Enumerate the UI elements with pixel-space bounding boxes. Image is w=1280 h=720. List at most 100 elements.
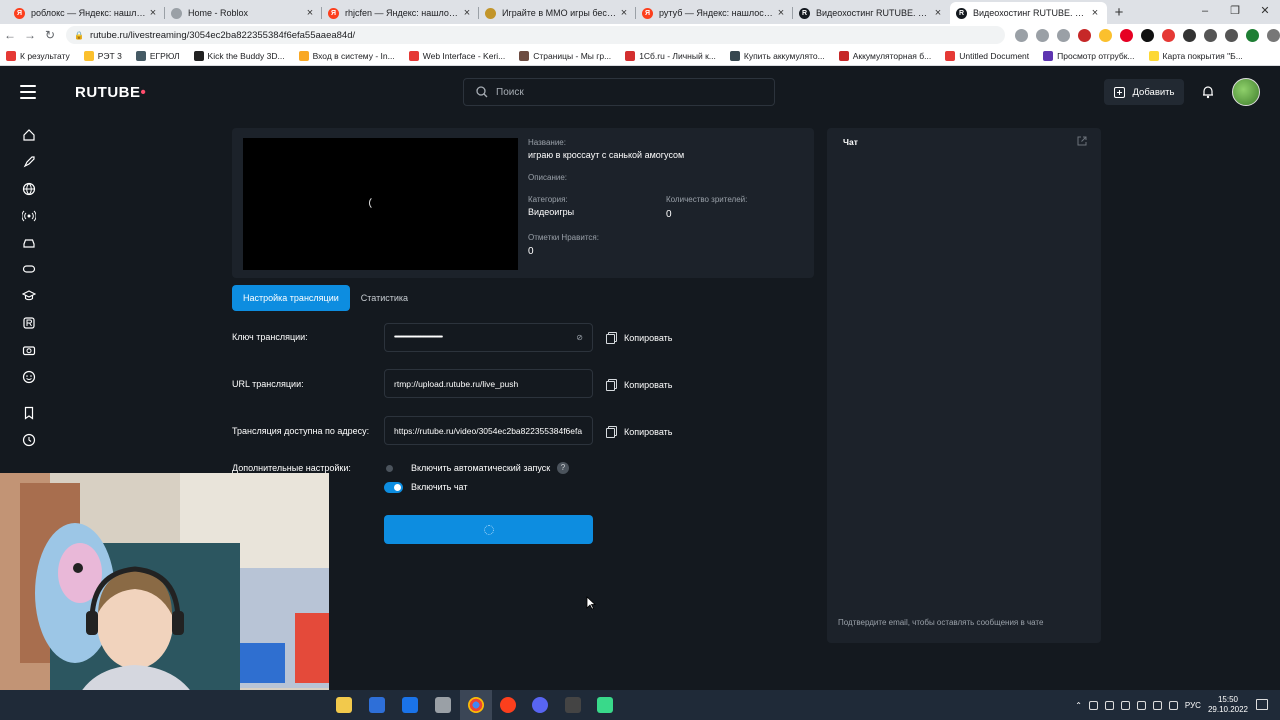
- bookmark-item[interactable]: Kick the Buddy 3D...: [193, 50, 285, 61]
- stream-url-field[interactable]: rtmp://upload.rutube.ru/live_push: [384, 369, 593, 398]
- tray-app-icon[interactable]: [1088, 700, 1098, 710]
- close-window-icon[interactable]: ✕: [1250, 0, 1280, 24]
- browser-tab[interactable]: Играйте в ММО игры бесплат ×: [479, 2, 636, 24]
- reload-icon[interactable]: ↻: [40, 28, 60, 42]
- bookmark-icon[interactable]: [0, 400, 58, 427]
- tray-app-icon[interactable]: [1136, 700, 1146, 710]
- new-tab-button[interactable]: +: [1107, 2, 1131, 24]
- browser-tab[interactable]: R Видеохостинг RUTUBE. Смотр ×: [793, 2, 950, 24]
- extension-icon[interactable]: [1099, 28, 1112, 42]
- app-icon[interactable]: [435, 697, 451, 713]
- save-button[interactable]: [384, 515, 593, 544]
- extension-icon[interactable]: [1078, 28, 1091, 42]
- extension-icon[interactable]: [1162, 28, 1175, 42]
- bookmark-item[interactable]: 1Сб.ru - Личный к...: [625, 50, 716, 61]
- bookmark-item[interactable]: Карта покрытия "Б...: [1148, 50, 1243, 61]
- volume-icon[interactable]: [1152, 700, 1162, 710]
- extension-icon[interactable]: [1183, 28, 1196, 42]
- gamepad-icon[interactable]: [0, 256, 58, 283]
- chat-toggle[interactable]: [384, 482, 403, 493]
- autostart-toggle[interactable]: [384, 463, 403, 474]
- maximize-icon[interactable]: ❐: [1220, 0, 1250, 24]
- browser-tab[interactable]: R Видеохостинг RUTUBE. Смотр ×: [950, 2, 1107, 24]
- tray-app-icon[interactable]: [1120, 700, 1130, 710]
- tray-app-icon[interactable]: [1104, 700, 1114, 710]
- close-tab-icon[interactable]: ×: [461, 7, 473, 19]
- menu-icon[interactable]: [20, 85, 36, 99]
- education-icon[interactable]: [0, 283, 58, 310]
- chrome-icon[interactable]: [468, 697, 484, 713]
- share-icon[interactable]: [1036, 28, 1049, 42]
- url-field[interactable]: 🔒 rutube.ru/livestreaming/3054ec2ba82235…: [66, 26, 1005, 44]
- close-tab-icon[interactable]: ×: [932, 7, 944, 19]
- copy-address-button[interactable]: Копировать: [606, 426, 672, 438]
- download-icon[interactable]: [1015, 28, 1028, 42]
- forward-icon[interactable]: →: [20, 28, 40, 42]
- avatar[interactable]: [1232, 78, 1260, 106]
- back-icon[interactable]: ←: [0, 28, 20, 42]
- minimize-icon[interactable]: –: [1190, 0, 1220, 24]
- tray-arrow-icon[interactable]: ⌃: [1075, 701, 1082, 710]
- app-icon[interactable]: [565, 697, 581, 713]
- rocket-icon[interactable]: [0, 149, 58, 176]
- mail-icon[interactable]: [402, 697, 418, 713]
- tab-stream-settings[interactable]: Настройка трансляции: [232, 285, 350, 311]
- browser-tab[interactable]: Яроблокс — Яндекс: нашлось 7 ×: [8, 2, 165, 24]
- globe-icon[interactable]: [0, 176, 58, 203]
- live-icon[interactable]: [0, 202, 58, 229]
- copy-url-button[interactable]: Копировать: [606, 379, 672, 391]
- browser-tab[interactable]: Home - Roblox ×: [165, 2, 322, 24]
- bookmark-item[interactable]: К результату: [6, 50, 70, 61]
- bookmark-item[interactable]: РЭТ 3: [83, 50, 122, 61]
- clock[interactable]: 15:50 29.10.2022: [1208, 695, 1248, 715]
- home-icon[interactable]: [0, 122, 58, 149]
- yandex-browser-icon[interactable]: [500, 697, 516, 713]
- video-preview[interactable]: [243, 138, 518, 270]
- extension-icon[interactable]: [1141, 28, 1154, 42]
- help-icon[interactable]: ?: [557, 462, 569, 474]
- bookmark-item[interactable]: Аккумуляторная б...: [838, 50, 931, 61]
- notifications-icon[interactable]: [1256, 699, 1268, 710]
- menu-icon[interactable]: [1267, 28, 1280, 42]
- store-icon[interactable]: [369, 697, 385, 713]
- bookmark-item[interactable]: Вход в систему - In...: [298, 50, 395, 61]
- close-tab-icon[interactable]: ×: [1089, 7, 1101, 19]
- profile-icon[interactable]: [1246, 28, 1259, 42]
- bookmark-item[interactable]: Купить аккумулято...: [729, 50, 825, 61]
- bookmark-item[interactable]: ЕГРЮЛ: [135, 50, 180, 61]
- file-explorer-icon[interactable]: [336, 697, 352, 713]
- browser-tab[interactable]: Ярутуб — Яндекс: нашлось 4 м ×: [636, 2, 793, 24]
- star-icon[interactable]: [1057, 28, 1070, 42]
- pinterest-icon[interactable]: [1120, 28, 1133, 42]
- close-tab-icon[interactable]: ×: [618, 7, 630, 19]
- bookmark-item[interactable]: Просмотр отгрубк...: [1043, 50, 1135, 61]
- stream-key-field[interactable]: ••••••••••••••••••••••••••••••••••••••••…: [384, 323, 593, 352]
- browser-tab[interactable]: Яrhjcfen — Яндекс: нашлось 3 т ×: [322, 2, 479, 24]
- car-icon[interactable]: [0, 229, 58, 256]
- history-icon[interactable]: [0, 427, 58, 454]
- sidepanel-icon[interactable]: [1225, 28, 1238, 42]
- rutube-r-icon[interactable]: [0, 310, 58, 337]
- discord-icon[interactable]: [532, 697, 548, 713]
- bookmark-item[interactable]: Страницы - Мы гр...: [519, 50, 611, 61]
- camera-icon[interactable]: [0, 336, 58, 363]
- copy-key-button[interactable]: Копировать: [606, 332, 672, 344]
- network-icon[interactable]: [1168, 700, 1178, 710]
- language-indicator[interactable]: РУС: [1185, 701, 1201, 710]
- bell-icon[interactable]: [1201, 85, 1215, 99]
- add-button[interactable]: Добавить: [1104, 79, 1184, 105]
- tab-statistics[interactable]: Статистика: [350, 285, 419, 311]
- kids-icon[interactable]: [0, 363, 58, 390]
- search-box[interactable]: [463, 78, 775, 106]
- popout-icon[interactable]: [1077, 136, 1087, 146]
- close-tab-icon[interactable]: ×: [147, 7, 159, 19]
- rutube-logo[interactable]: RUTUBE•: [75, 84, 146, 101]
- puzzle-icon[interactable]: [1204, 28, 1217, 42]
- eye-off-icon[interactable]: ⊘: [576, 333, 583, 342]
- close-tab-icon[interactable]: ×: [304, 7, 316, 19]
- stream-address-field[interactable]: https://rutube.ru/video/3054ec2ba8223553…: [384, 416, 593, 445]
- bookmark-item[interactable]: Web Interface - Keri...: [408, 50, 505, 61]
- bookmark-item[interactable]: Untitled Document: [945, 50, 1029, 61]
- close-tab-icon[interactable]: ×: [775, 7, 787, 19]
- app-icon[interactable]: [597, 697, 613, 713]
